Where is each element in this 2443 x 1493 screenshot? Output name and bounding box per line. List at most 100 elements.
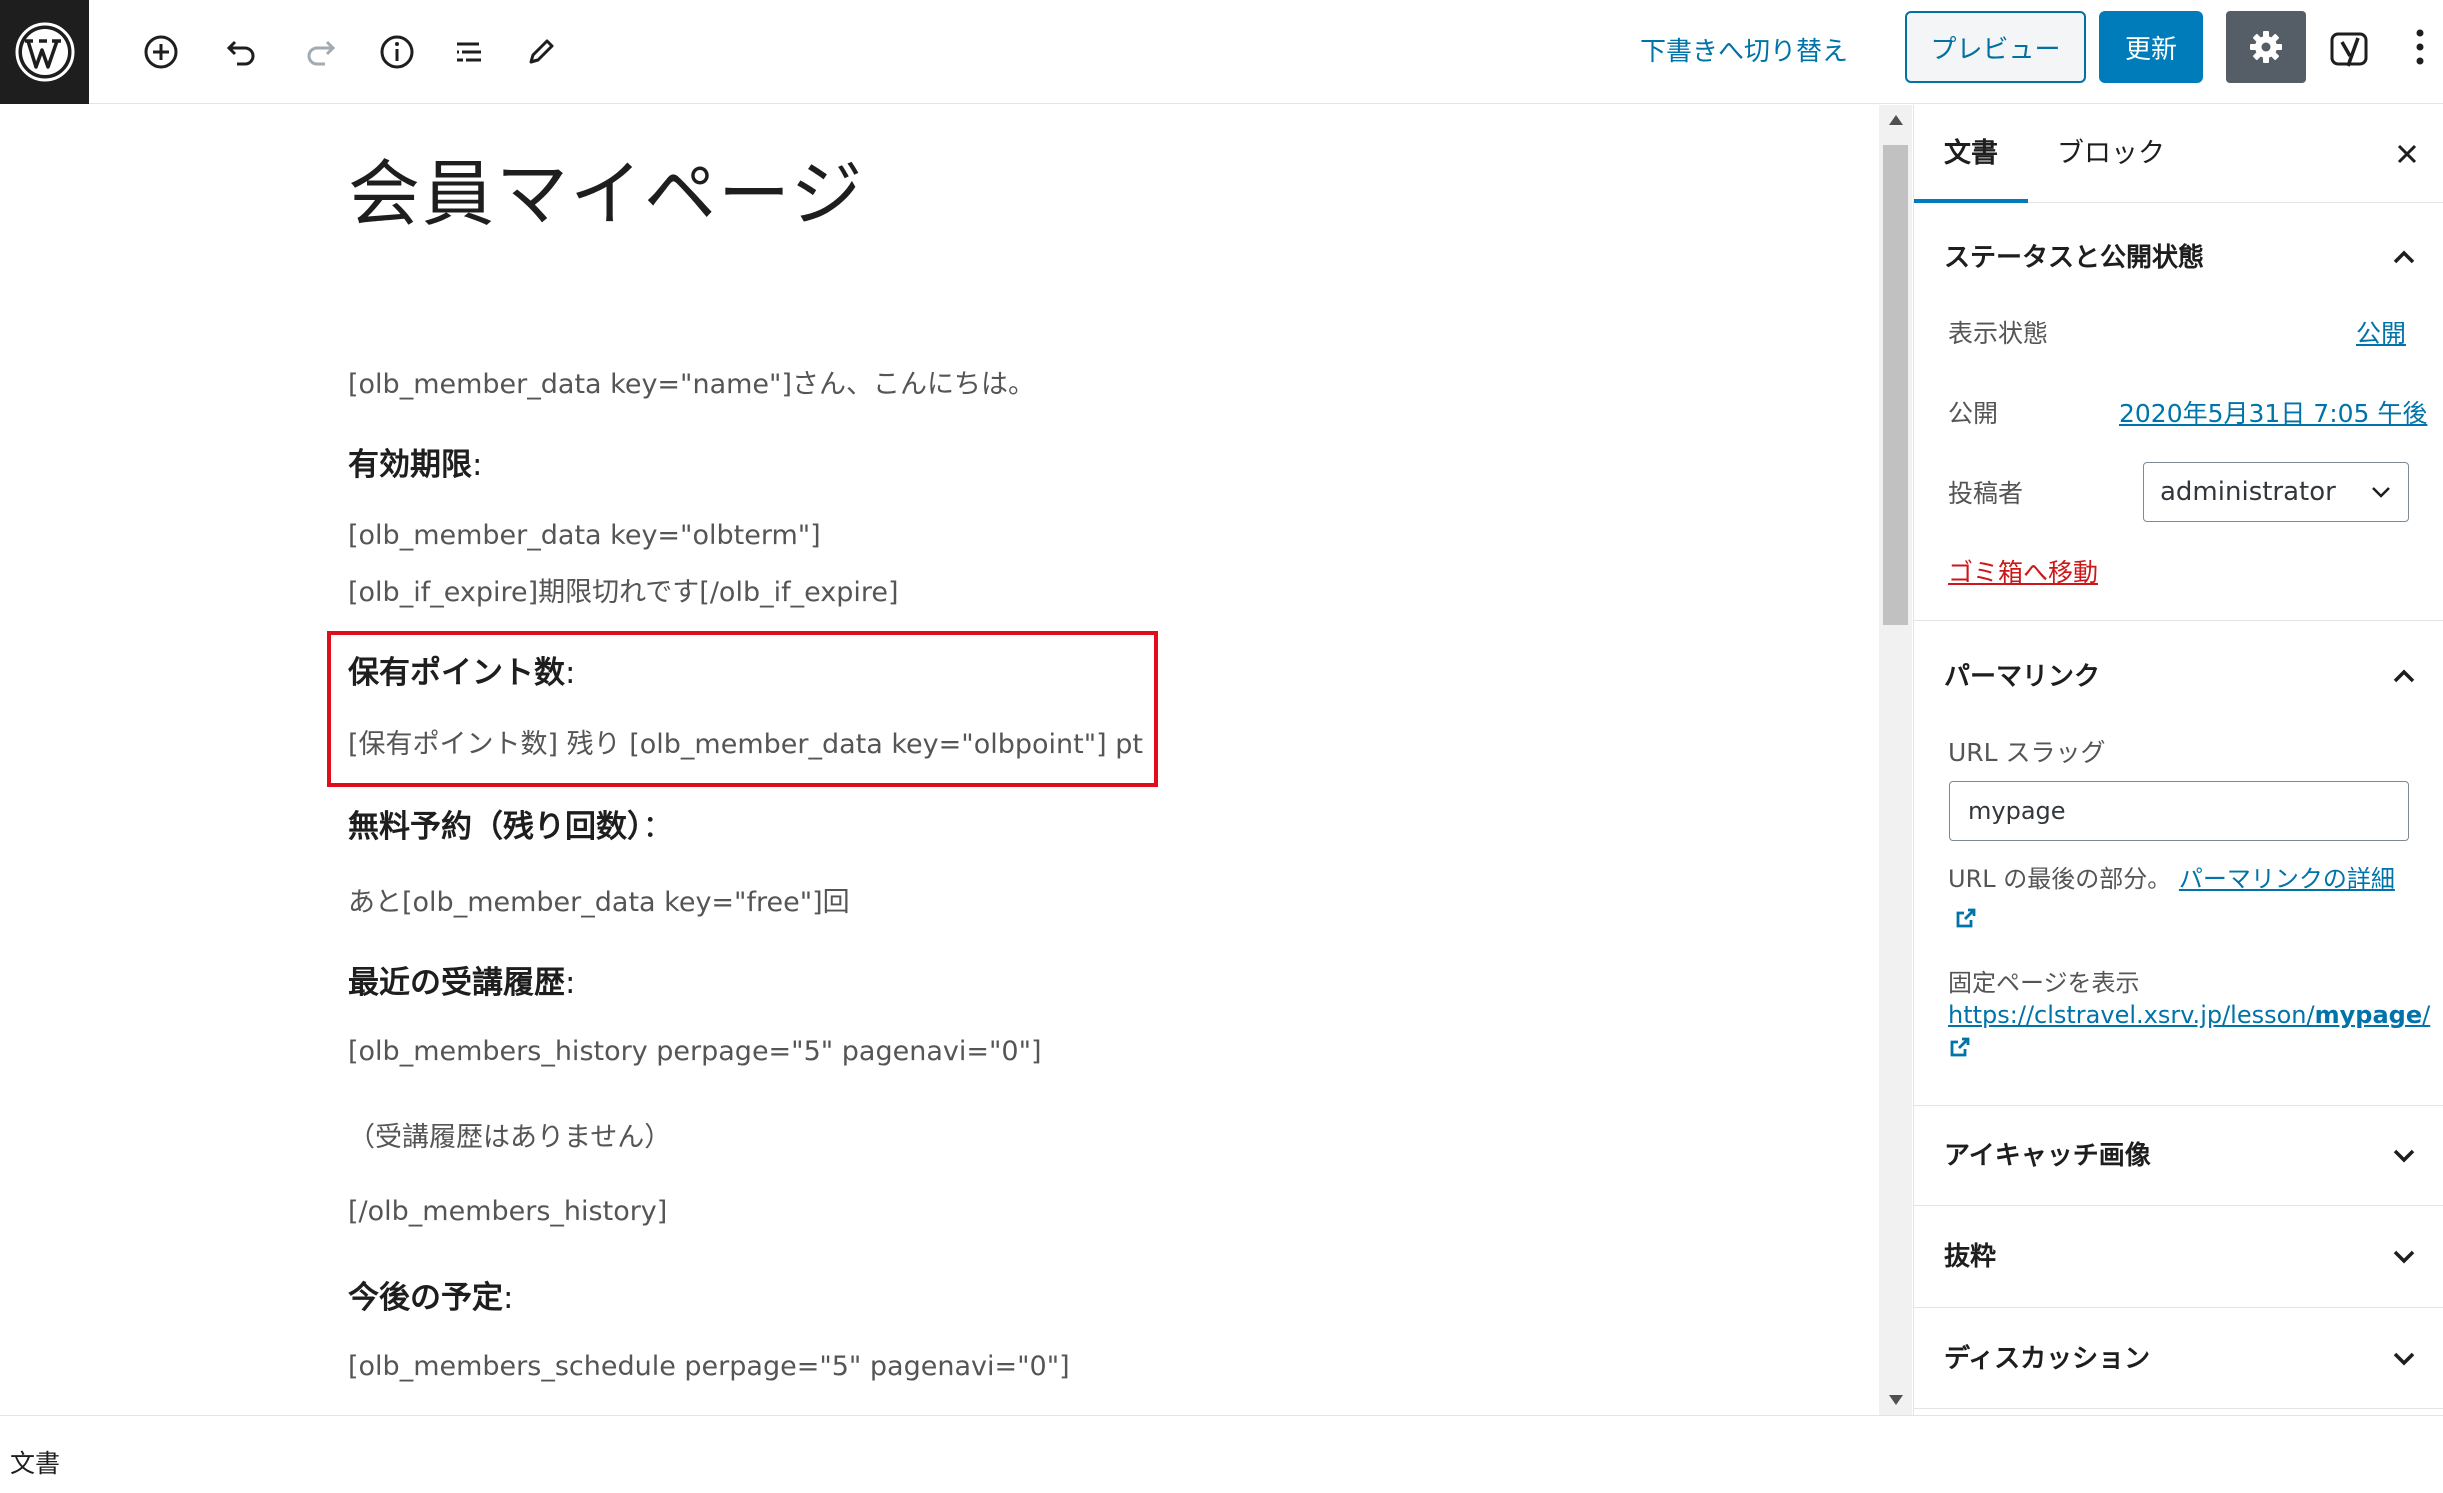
url-slug-input[interactable]: mypage: [1949, 781, 2409, 841]
history-line-1[interactable]: [olb_members_history perpage="5" pagenav…: [348, 1036, 1042, 1067]
editor-header: 下書きへ切り替え プレビュー 更新: [0, 0, 2443, 104]
slug-label: URL スラッグ: [1948, 738, 2106, 767]
visibility-link[interactable]: 公開: [2356, 314, 2406, 350]
view-page-url-end: /: [2422, 1001, 2431, 1029]
discussion-panel-toggle[interactable]: ディスカッション: [1914, 1338, 2443, 1378]
scroll-thumb[interactable]: [1883, 145, 1908, 625]
panel-divider: [1914, 1205, 2443, 1206]
block-breadcrumb-bar: 文書: [0, 1415, 2443, 1493]
editor-canvas: 会員マイページ [olb_member_data key="name"]さん、こ…: [0, 105, 1912, 1415]
permalink-details-link-text: パーマリンクの詳細: [2178, 865, 2395, 893]
discussion-panel-title: ディスカッション: [1944, 1344, 2151, 1374]
expiry-line-2[interactable]: [olb_if_expire]期限切れです[/olb_if_expire]: [348, 570, 899, 609]
more-vertical-icon: [2416, 29, 2424, 65]
close-icon: [2397, 144, 2417, 164]
schedule-line-1[interactable]: [olb_members_schedule perpage="5" pagena…: [348, 1351, 1070, 1382]
chevron-down-icon: [2372, 487, 2390, 498]
author-label: 投稿者: [1948, 479, 2024, 508]
status-panel-title: ステータスと公開状態: [1944, 243, 2205, 273]
expiry-heading-colon: :: [472, 447, 483, 483]
triangle-up-icon: [1888, 115, 1903, 125]
chevron-down-icon: [2393, 1250, 2415, 1264]
points-heading[interactable]: 保有ポイント数:: [348, 647, 575, 692]
points-heading-colon: :: [565, 655, 576, 691]
free-line[interactable]: あと[olb_member_data key="free"]回: [348, 880, 850, 919]
status-panel-toggle[interactable]: ステータスと公開状態: [1914, 237, 2443, 277]
points-heading-text: 保有ポイント数: [348, 655, 565, 691]
breadcrumb-document[interactable]: 文書: [10, 1444, 60, 1480]
wordpress-logo-button[interactable]: [0, 0, 89, 104]
tab-document[interactable]: 文書: [1944, 105, 1998, 203]
editor-scrollbar[interactable]: [1879, 105, 1912, 1415]
scroll-up-button[interactable]: [1879, 105, 1912, 135]
preview-button[interactable]: プレビュー: [1905, 11, 2086, 83]
publish-date-link[interactable]: 2020年5月31日 7:05 午後: [2119, 394, 2427, 430]
history-heading-text: 最近の受講履歴: [348, 965, 565, 1001]
history-heading[interactable]: 最近の受講履歴:: [348, 957, 575, 1002]
close-sidebar-button[interactable]: [2384, 131, 2430, 177]
schedule-heading-colon: :: [503, 1280, 514, 1316]
block-navigation-icon: [457, 42, 481, 62]
tools-edit-button[interactable]: [513, 24, 569, 80]
switch-to-draft-button[interactable]: 下書きへ切り替え: [1640, 26, 1848, 78]
author-select[interactable]: administrator: [2143, 462, 2409, 522]
free-heading[interactable]: 無料予約（残り回数）：: [348, 801, 674, 846]
redo-button[interactable]: [293, 24, 349, 80]
author-select-value: administrator: [2160, 477, 2336, 507]
view-page-url-slug: mypage: [2314, 1001, 2423, 1029]
add-block-button[interactable]: [133, 24, 189, 80]
info-icon: [380, 35, 414, 69]
gear-icon: [2250, 31, 2282, 63]
settings-button[interactable]: [2226, 11, 2306, 83]
publish-label: 公開: [1948, 399, 1999, 428]
chevron-up-icon: [2393, 250, 2415, 264]
chevron-down-icon: [2393, 1149, 2415, 1163]
expiry-heading-text: 有効期限: [348, 447, 472, 483]
add-block-icon: [144, 35, 178, 69]
schedule-heading[interactable]: 今後の予定:: [348, 1272, 513, 1317]
chevron-up-icon: [2393, 669, 2415, 683]
pencil-icon: [529, 39, 554, 64]
permalink-panel-toggle[interactable]: パーマリンク: [1914, 656, 2443, 696]
post-title[interactable]: 会員マイページ: [348, 135, 865, 240]
expiry-heading[interactable]: 有効期限:: [348, 439, 482, 484]
sidebar-tabs: 文書 ブロック: [1914, 105, 2443, 203]
update-button[interactable]: 更新: [2099, 11, 2203, 83]
history-line-2[interactable]: （受講履歴はありません）: [348, 1115, 671, 1154]
excerpt-panel-toggle[interactable]: 抜粋: [1914, 1236, 2443, 1276]
active-tab-indicator: [1914, 199, 2028, 203]
panel-divider: [1914, 620, 2443, 621]
undo-button[interactable]: [213, 24, 269, 80]
redo-icon: [307, 40, 336, 66]
content-info-button[interactable]: [369, 24, 425, 80]
panel-divider: [1914, 1307, 2443, 1308]
external-link-icon: [1950, 1037, 1970, 1057]
free-heading-text: 無料予約（残り回数）: [348, 809, 643, 845]
featured-image-panel-title: アイキャッチ画像: [1944, 1141, 2151, 1171]
visibility-label: 表示状態: [1948, 319, 2049, 348]
expiry-line-1[interactable]: [olb_member_data key="olbterm"]: [348, 520, 821, 551]
yoast-seo-button[interactable]: [2322, 16, 2382, 78]
move-to-trash-link[interactable]: ゴミ箱へ移動: [1948, 553, 2098, 589]
scroll-down-button[interactable]: [1879, 1385, 1912, 1415]
free-heading-colon: ：: [642, 809, 674, 845]
block-navigation-button[interactable]: [441, 24, 497, 80]
external-link-icon: [1956, 908, 1976, 928]
panel-divider: [1914, 1105, 2443, 1106]
wordpress-icon: [15, 22, 74, 82]
slug-help-text: URL の最後の部分。: [1948, 865, 2172, 893]
more-menu-button[interactable]: [2400, 16, 2440, 78]
view-page-url-base: https://clstravel.xsrv.jp/lesson/: [1948, 1001, 2315, 1029]
view-page-label: 固定ページを表示: [1948, 969, 2140, 997]
view-page-link[interactable]: https://clstravel.xsrv.jp/lesson/mypage/: [1948, 1001, 2430, 1062]
tab-block[interactable]: ブロック: [2057, 105, 2165, 203]
triangle-down-icon: [1888, 1395, 1903, 1405]
points-line[interactable]: [保有ポイント数] 残り [olb_member_data key="olbpo…: [348, 722, 1143, 761]
excerpt-panel-title: 抜粋: [1944, 1242, 1997, 1272]
featured-image-panel-toggle[interactable]: アイキャッチ画像: [1914, 1135, 2443, 1175]
yoast-icon: [2330, 32, 2368, 67]
panel-divider: [1914, 1408, 2443, 1409]
greeting-paragraph[interactable]: [olb_member_data key="name"]さん、こんにちは。: [348, 362, 1035, 401]
history-line-3[interactable]: [/olb_members_history]: [348, 1196, 667, 1227]
undo-icon: [226, 40, 255, 66]
